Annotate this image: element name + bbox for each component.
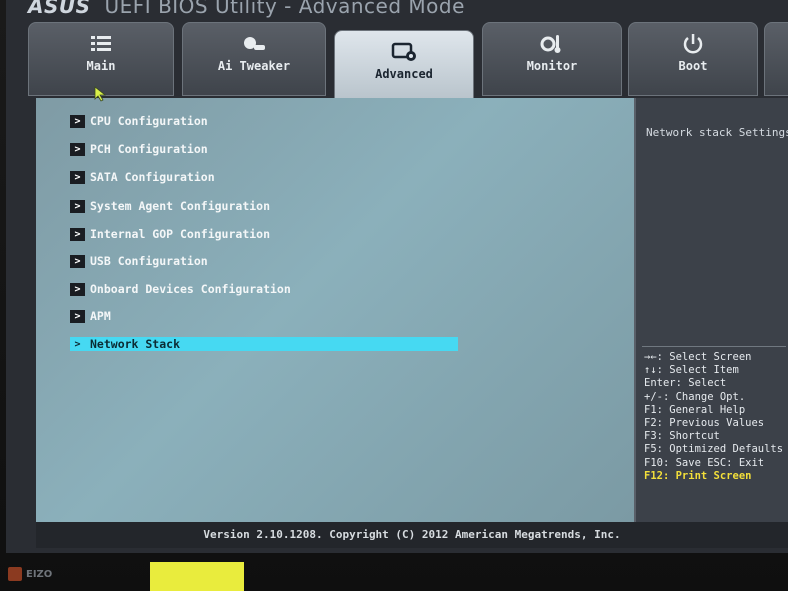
help-panel: Network stack Settings →←: Select Screen… xyxy=(634,98,788,522)
menu-item-usb-configuration[interactable]: > USB Configuration xyxy=(70,254,208,268)
tab-label: Monitor xyxy=(526,59,578,73)
menu-item-pch-configuration[interactable]: > PCH Configuration xyxy=(70,142,208,156)
window-title: ASUS UEFI BIOS Utility - Advanced Mode xyxy=(6,0,788,20)
key-shortcut: F3: Shortcut xyxy=(644,430,720,443)
menu-item-label: Internal GOP Configuration xyxy=(90,227,271,241)
tweaker-icon xyxy=(244,37,265,50)
key-select-item: ↑↓: Select Item xyxy=(644,364,739,377)
tab-main[interactable]: Main xyxy=(28,22,174,96)
key-general-help: F1: General Help xyxy=(644,403,746,416)
item-help-text: Network stack Settings xyxy=(646,126,788,139)
key-change-opt: +/-: Change Opt. xyxy=(644,390,746,403)
submenu-arrow-icon: > xyxy=(70,254,85,268)
key-print-screen: F12: Print Screen xyxy=(644,469,752,482)
tab-label: Boot xyxy=(678,59,708,73)
tab-monitor[interactable]: Monitor xyxy=(482,22,622,96)
menu-item-sata-configuration[interactable]: > SATA Configuration xyxy=(70,170,215,184)
tab-label: Ai Tweaker xyxy=(217,59,291,73)
menu-item-label: USB Configuration xyxy=(90,254,208,268)
menu-item-label: CPU Configuration xyxy=(90,114,208,128)
monitor-brand-logo: EIZO xyxy=(8,567,52,581)
version-footer: Version 2.10.1208. Copyright (C) 2012 Am… xyxy=(36,522,788,548)
menu-item-cpu-configuration[interactable]: > CPU Configuration xyxy=(70,114,208,128)
title-text: UEFI BIOS Utility - Advanced Mode xyxy=(104,0,465,18)
tab-bar: Main Ai Tweaker Advanced Monitor Boot xyxy=(28,22,788,100)
sticky-note xyxy=(150,562,244,591)
tab-boot[interactable]: Boot xyxy=(628,22,758,96)
bios-screen: ASUS UEFI BIOS Utility - Advanced Mode Ma… xyxy=(6,0,788,553)
menu-item-apm[interactable]: > APM xyxy=(70,309,111,323)
key-legend: →←: Select Screen ↑↓: Select Item Enter:… xyxy=(644,351,783,483)
tab-ai-tweaker[interactable]: Ai Tweaker xyxy=(182,22,326,96)
key-save-exit: F10: Save ESC: Exit xyxy=(644,456,765,469)
monitor-icon xyxy=(540,35,561,53)
submenu-arrow-icon: > xyxy=(70,337,85,351)
tab-label: Advanced xyxy=(375,67,433,81)
menu-item-label: System Agent Configuration xyxy=(90,199,271,213)
submenu-arrow-icon: > xyxy=(70,309,85,323)
menu-item-label: Network Stack xyxy=(90,337,181,351)
key-previous-values: F2: Previous Values xyxy=(644,417,765,430)
power-icon xyxy=(683,34,703,54)
tab-more[interactable] xyxy=(764,22,788,96)
menu-item-internal-gop-configuration[interactable]: > Internal GOP Configuration xyxy=(70,227,270,241)
advanced-icon xyxy=(391,42,416,61)
list-icon xyxy=(91,36,111,51)
brand-badge-icon xyxy=(8,567,22,581)
mouse-cursor-icon xyxy=(94,86,107,102)
submenu-arrow-icon: > xyxy=(70,227,85,241)
submenu-arrow-icon: > xyxy=(70,114,85,128)
key-select-screen: →←: Select Screen xyxy=(644,351,752,363)
tab-advanced[interactable]: Advanced xyxy=(334,30,474,100)
submenu-arrow-icon: > xyxy=(70,170,85,184)
submenu-arrow-icon: > xyxy=(70,142,85,156)
key-enter-select: Enter: Select xyxy=(644,377,727,390)
menu-item-system-agent-configuration[interactable]: > System Agent Configuration xyxy=(70,199,270,213)
tab-label: Main xyxy=(86,59,116,73)
submenu-arrow-icon: > xyxy=(70,199,85,213)
menu-item-label: SATA Configuration xyxy=(90,170,215,184)
menu-item-onboard-devices-configuration[interactable]: > Onboard Devices Configuration xyxy=(70,282,291,296)
submenu-arrow-icon: > xyxy=(70,282,85,296)
menu-item-label: PCH Configuration xyxy=(90,142,208,156)
asus-logo: ASUS xyxy=(28,0,91,18)
menu-item-network-stack[interactable]: > Network Stack xyxy=(70,337,458,351)
brand-text: EIZO xyxy=(26,568,53,580)
key-optimized-defaults: F5: Optimized Defaults xyxy=(644,443,784,456)
menu-item-label: APM xyxy=(90,309,111,323)
help-divider xyxy=(642,346,786,347)
menu-panel: > CPU Configuration > PCH Configuration > S… xyxy=(36,98,634,522)
menu-item-label: Onboard Devices Configuration xyxy=(90,282,291,296)
